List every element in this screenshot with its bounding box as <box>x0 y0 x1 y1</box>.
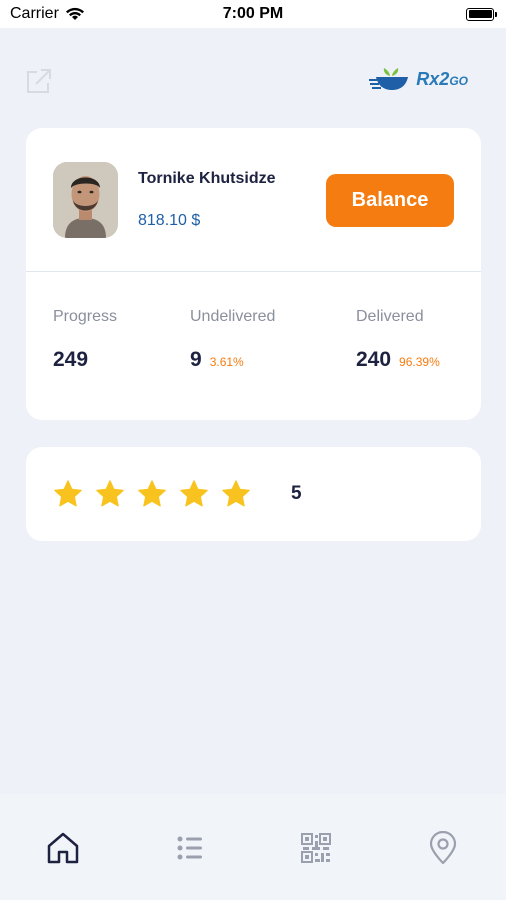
qr-code-icon <box>301 833 332 863</box>
star-icon <box>96 480 124 507</box>
stat-label: Delivered <box>356 308 424 325</box>
logo-suffix: GO <box>449 73 468 88</box>
location-pin-icon <box>429 831 456 865</box>
balance-button[interactable]: Balance <box>326 174 454 227</box>
stat-value: 249 <box>53 348 89 371</box>
nav-qr[interactable] <box>294 828 338 868</box>
user-name: Tornike Khutsidze <box>138 170 276 187</box>
stat-progress: Progress 249 <box>53 308 117 372</box>
star-icon <box>222 480 250 507</box>
header: Rx2GO <box>0 28 506 128</box>
external-link-icon[interactable] <box>24 66 54 96</box>
stats-section: Progress 249 Undelivered 9 3.61% Deliver… <box>26 272 481 420</box>
star-icon <box>54 480 82 507</box>
stat-label: Undelivered <box>190 308 276 325</box>
brand-logo: Rx2GO <box>368 66 468 92</box>
avatar-photo <box>53 162 118 238</box>
status-bar: Carrier 7:00 PM <box>0 0 506 28</box>
logo-bowl-icon <box>369 68 409 90</box>
list-icon <box>177 836 202 860</box>
battery-icon <box>466 7 497 21</box>
stat-value: 240 <box>356 348 392 371</box>
bottom-nav <box>0 794 506 900</box>
stat-percent: 96.39% <box>399 355 440 369</box>
home-icon <box>48 832 79 864</box>
stat-percent: 3.61% <box>209 355 244 369</box>
stat-undelivered: Undelivered 9 3.61% <box>190 308 275 372</box>
stat-value: 9 <box>190 348 202 371</box>
logo-main: Rx2 <box>416 68 450 89</box>
profile-card: Tornike Khutsidze 818.10 $ Balance Progr… <box>26 128 481 420</box>
star-icon <box>180 480 208 507</box>
status-time: 7:00 PM <box>222 5 284 22</box>
rating-value: 5 <box>291 483 302 504</box>
star-icon <box>138 480 166 507</box>
rating-card: 5 <box>26 447 481 541</box>
nav-home[interactable] <box>41 828 85 868</box>
avatar <box>53 162 118 238</box>
profile-header: Tornike Khutsidze 818.10 $ Balance <box>26 128 481 272</box>
stat-label: Progress <box>53 308 118 325</box>
nav-location[interactable] <box>421 828 465 868</box>
nav-list[interactable] <box>168 828 212 868</box>
user-balance: 818.10 $ <box>138 212 201 229</box>
rating-stars <box>53 479 251 509</box>
stat-delivered: Delivered 240 96.39% <box>356 308 440 372</box>
logo-text: Rx2GO <box>416 69 468 90</box>
